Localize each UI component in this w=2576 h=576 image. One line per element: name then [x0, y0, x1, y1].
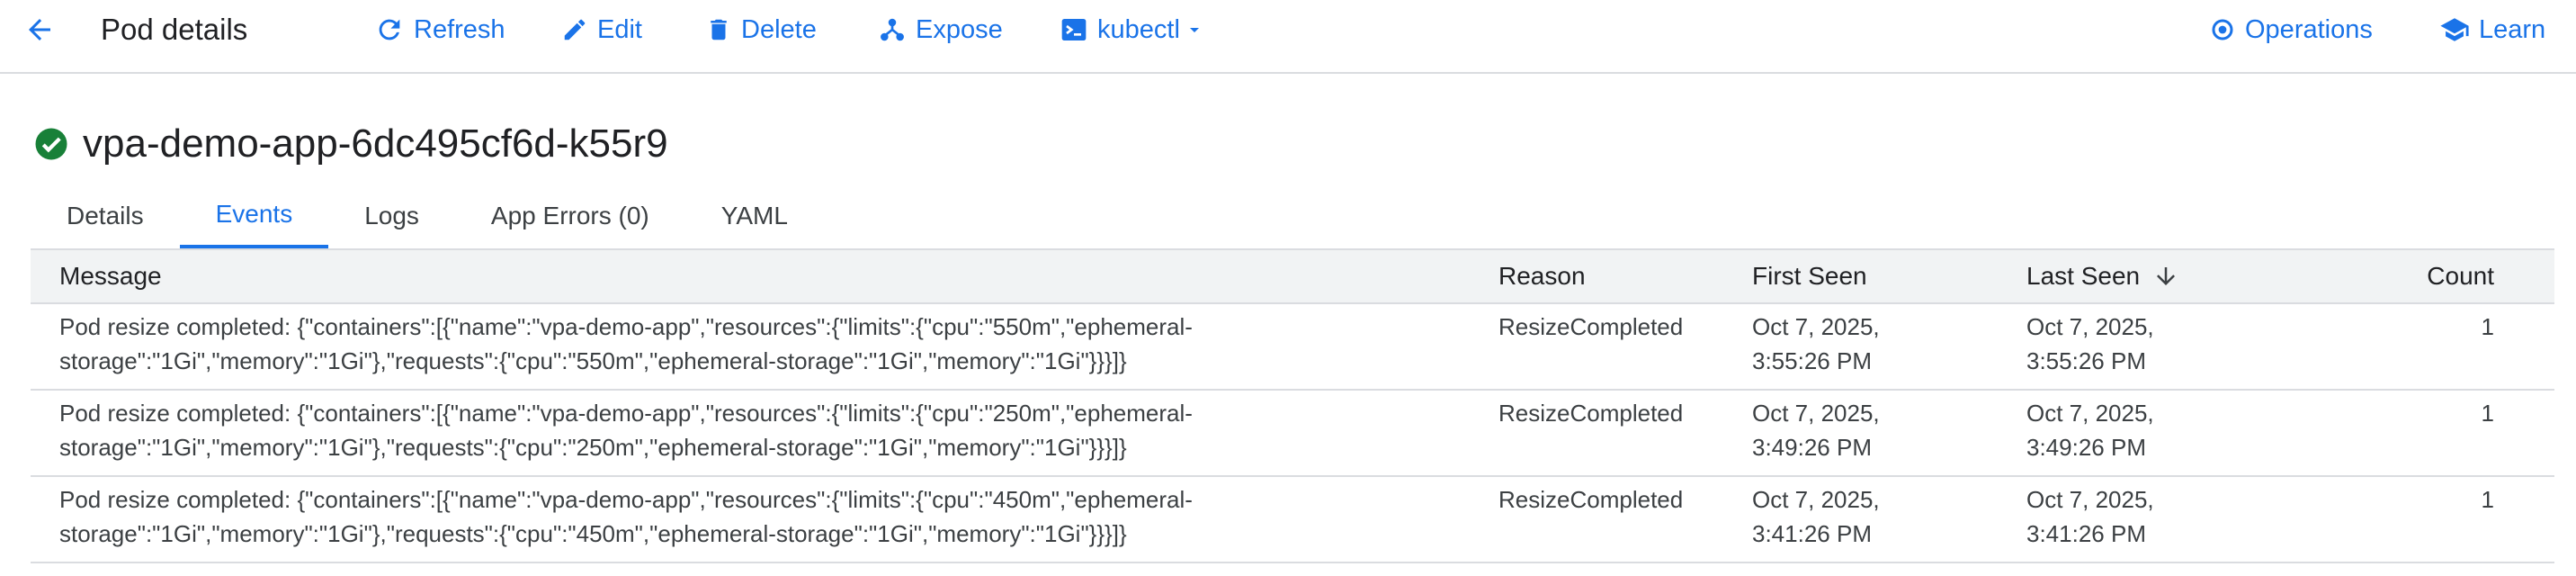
arrow-back-icon [29, 19, 50, 40]
first-seen-time: 3:41:26 PM [1752, 520, 1872, 547]
refresh-icon [379, 19, 400, 40]
learn-label: Learn [2479, 14, 2546, 44]
tab-details[interactable]: Details [31, 184, 180, 248]
last-seen-date: Oct 7, 2025, [2026, 486, 2154, 513]
header-last-seen-label: Last Seen [2026, 262, 2141, 290]
table-row: Pod resize completed: {"containers":[{"n… [31, 391, 2554, 477]
event-first-seen: Oct 7, 2025, 3:41:26 PM [1752, 477, 2026, 551]
tab-yaml[interactable]: YAML [685, 184, 824, 248]
back-button[interactable] [14, 0, 65, 59]
pod-name: vpa-demo-app-6dc495cf6d-k55r9 [83, 122, 668, 166]
table-header: Message Reason First Seen Last Seen Coun… [31, 250, 2554, 304]
tab-logs[interactable]: Logs [328, 184, 455, 248]
kubectl-label: kubectl [1097, 14, 1180, 44]
arrow-down-icon [2157, 267, 2176, 285]
event-last-seen: Oct 7, 2025, 3:49:26 PM [2026, 391, 2332, 464]
learn-button[interactable]: Learn [2439, 0, 2545, 59]
event-count: 1 [2481, 400, 2494, 427]
check-circle-icon [32, 125, 70, 163]
pencil-icon [564, 19, 586, 40]
events-table: Message Reason First Seen Last Seen Coun… [31, 248, 2554, 563]
table-row: Pod resize completed: {"containers":[{"n… [31, 477, 2554, 563]
first-seen-date: Oct 7, 2025, [1752, 486, 1880, 513]
message-line: Pod resize completed: {"containers":[{"n… [59, 400, 1193, 427]
event-reason: ResizeCompleted [1498, 486, 1684, 513]
page-title: Pod details [101, 13, 248, 46]
header-message[interactable]: Message [31, 259, 1498, 293]
first-seen-date: Oct 7, 2025, [1752, 400, 1880, 427]
resource-header: vpa-demo-app-6dc495cf6d-k55r9 [32, 115, 668, 173]
edit-label: Edit [597, 14, 642, 44]
tab-app-errors[interactable]: App Errors (0) [455, 184, 685, 248]
event-last-seen: Oct 7, 2025, 3:55:26 PM [2026, 304, 2332, 378]
caret-down-icon [1189, 28, 1199, 32]
edit-button[interactable]: Edit [561, 0, 642, 59]
last-seen-time: 3:41:26 PM [2026, 520, 2146, 547]
last-seen-date: Oct 7, 2025, [2026, 400, 2154, 427]
event-count: 1 [2481, 313, 2494, 340]
trash-icon [711, 19, 727, 40]
message-line: storage":"1Gi","memory":"1Gi"},"requests… [59, 434, 1127, 461]
header-reason[interactable]: Reason [1498, 259, 1752, 293]
tab-bar: Details Events Logs App Errors (0) YAML [31, 184, 824, 248]
first-seen-time: 3:49:26 PM [1752, 434, 1872, 461]
hub-icon [881, 18, 904, 41]
top-toolbar: Pod details Refresh Edit Delete Expose k… [0, 0, 2576, 74]
school-icon [2440, 18, 2469, 41]
event-first-seen: Oct 7, 2025, 3:55:26 PM [1752, 304, 2026, 378]
message-line: Pod resize completed: {"containers":[{"n… [59, 486, 1193, 513]
refresh-label: Refresh [414, 14, 505, 44]
last-seen-date: Oct 7, 2025, [2026, 313, 2154, 340]
expose-label: Expose [916, 14, 1003, 44]
event-reason: ResizeCompleted [1498, 313, 1684, 340]
operations-icon [2212, 19, 2233, 40]
header-first-seen[interactable]: First Seen [1752, 259, 2026, 293]
table-row: Pod resize completed: {"containers":[{"n… [31, 304, 2554, 391]
kubectl-dropdown[interactable]: kubectl [1060, 0, 1205, 59]
refresh-button[interactable]: Refresh [374, 0, 505, 59]
last-seen-time: 3:49:26 PM [2026, 434, 2146, 461]
operations-button[interactable]: Operations [2209, 0, 2373, 59]
first-seen-time: 3:55:26 PM [1752, 347, 1872, 374]
terminal-icon [1061, 19, 1087, 40]
delete-label: Delete [741, 14, 817, 44]
event-last-seen: Oct 7, 2025, 3:41:26 PM [2026, 477, 2332, 551]
first-seen-date: Oct 7, 2025, [1752, 313, 1880, 340]
header-count[interactable]: Count [2332, 259, 2494, 293]
event-message: Pod resize completed: {"containers":[{"n… [31, 477, 1498, 551]
message-line: Pod resize completed: {"containers":[{"n… [59, 313, 1193, 340]
event-message: Pod resize completed: {"containers":[{"n… [31, 304, 1498, 378]
event-count: 1 [2481, 486, 2494, 513]
event-first-seen: Oct 7, 2025, 3:49:26 PM [1752, 391, 2026, 464]
header-last-seen[interactable]: Last Seen [2026, 259, 2332, 293]
event-message: Pod resize completed: {"containers":[{"n… [31, 391, 1498, 464]
message-line: storage":"1Gi","memory":"1Gi"},"requests… [59, 520, 1127, 547]
expose-button[interactable]: Expose [878, 0, 1003, 59]
last-seen-time: 3:55:26 PM [2026, 347, 2146, 374]
message-line: storage":"1Gi","memory":"1Gi"},"requests… [59, 347, 1127, 374]
event-reason: ResizeCompleted [1498, 400, 1684, 427]
delete-button[interactable]: Delete [705, 0, 817, 59]
operations-label: Operations [2245, 14, 2373, 44]
tab-events[interactable]: Events [179, 184, 329, 248]
